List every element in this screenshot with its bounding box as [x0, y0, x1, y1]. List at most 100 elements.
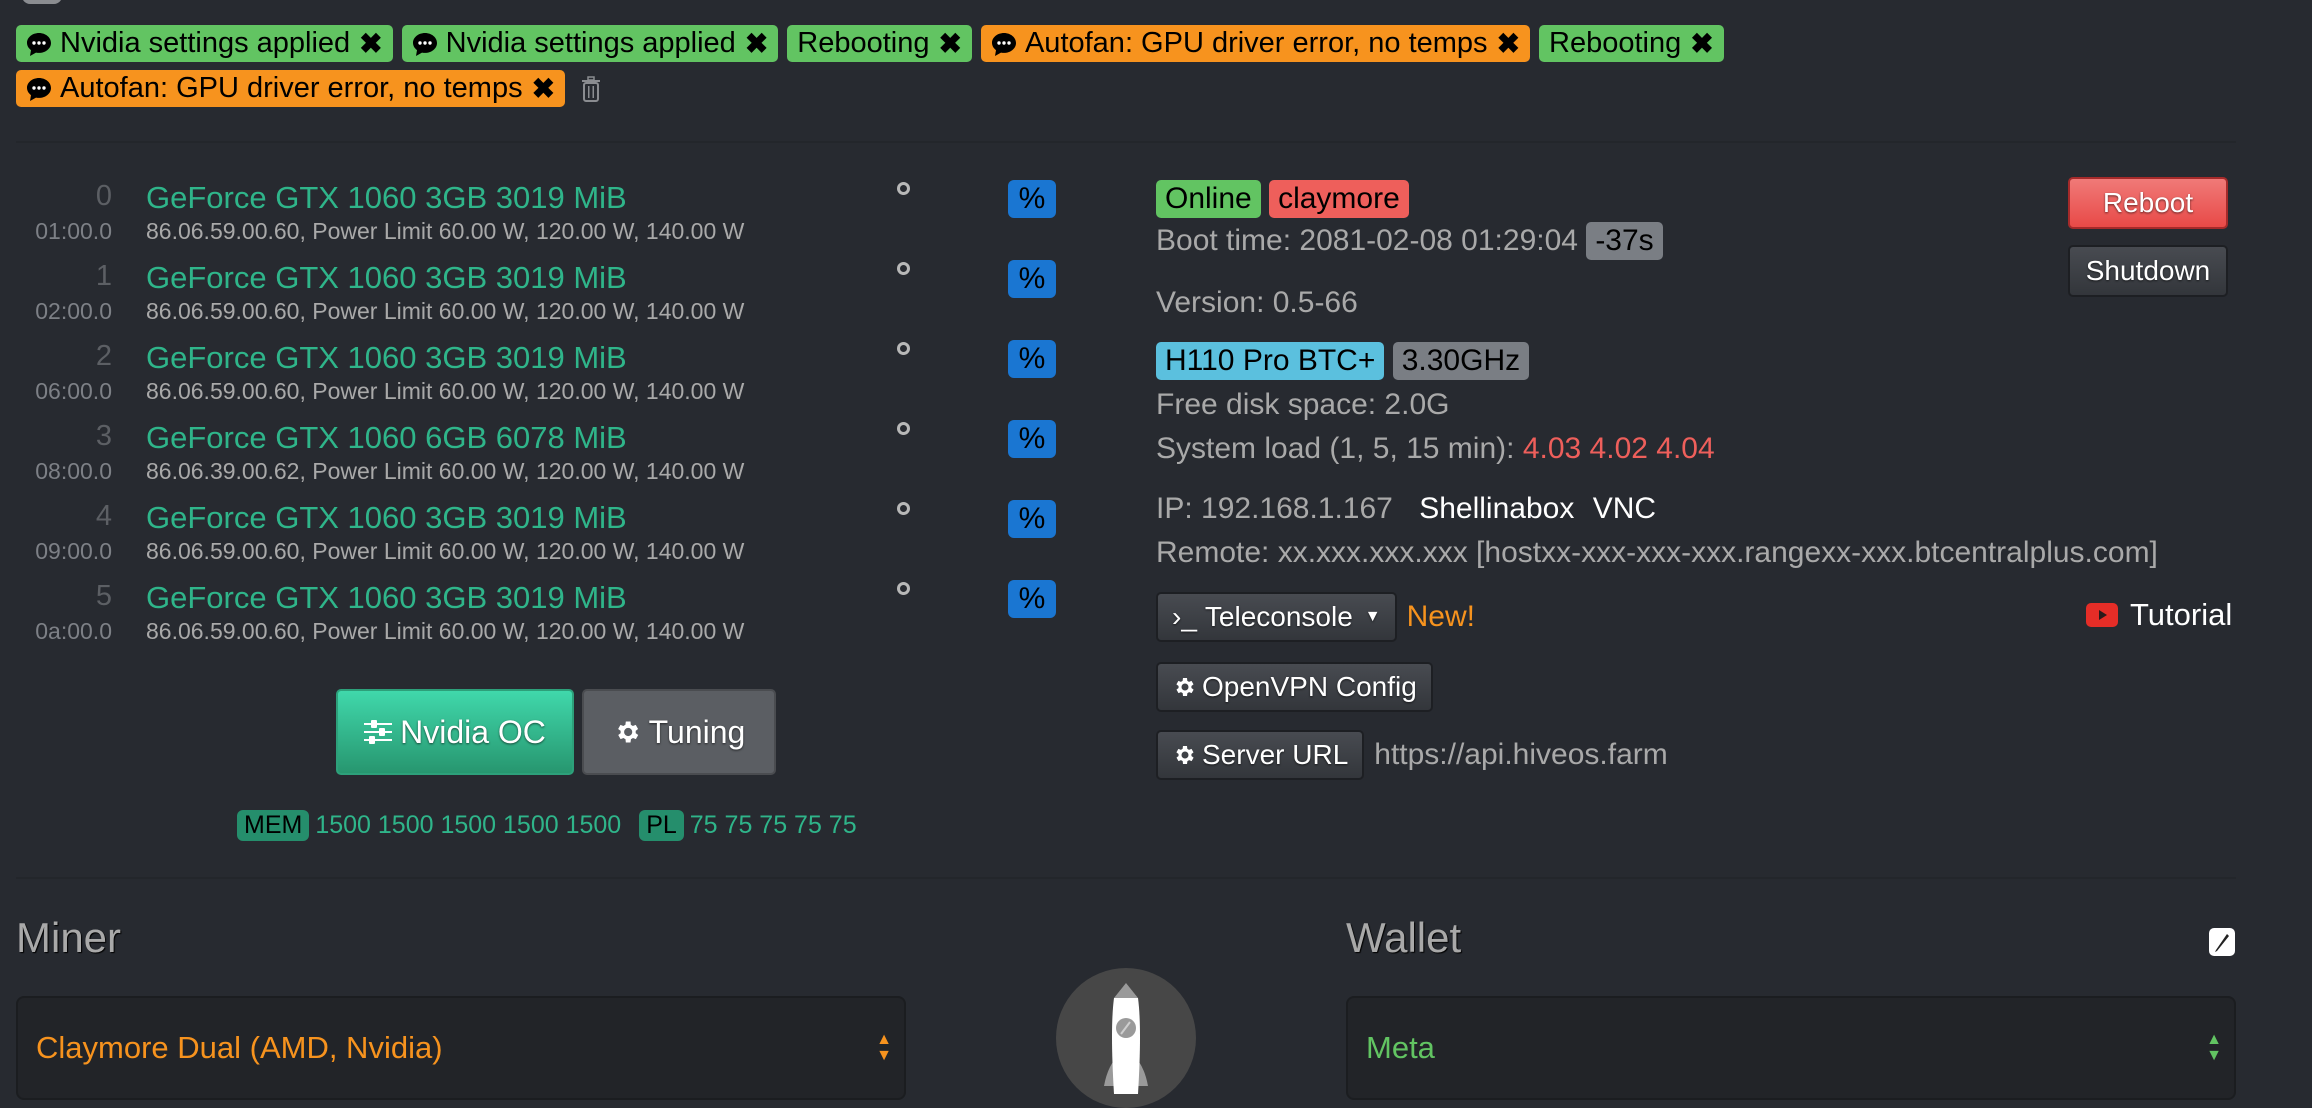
- close-icon[interactable]: ✖: [939, 25, 962, 62]
- fan-percent-badge: %: [1008, 180, 1056, 218]
- gpu-row: 0 01:00.0 GeForce GTX 1060 3GB 3019 MiB 86.…: [0, 180, 1100, 260]
- notification-tag: Nvidia settings applied ✖: [16, 25, 393, 62]
- trash-icon[interactable]: [580, 75, 602, 103]
- fan-percent-badge: %: [1008, 340, 1056, 378]
- close-icon[interactable]: ✖: [359, 25, 382, 62]
- caret-down-icon: ▼: [1364, 608, 1381, 625]
- gpu-row: 4 09:00.0 GeForce GTX 1060 3GB 3019 MiB 86.…: [0, 500, 1100, 580]
- fan-percent-badge: %: [1008, 500, 1056, 538]
- reboot-button[interactable]: Reboot: [2068, 177, 2228, 229]
- close-icon[interactable]: ✖: [745, 25, 768, 62]
- vnc-link[interactable]: VNC: [1593, 492, 1656, 525]
- gear-icon: [1176, 746, 1194, 764]
- close-icon[interactable]: ✖: [1690, 25, 1713, 62]
- gpu-bus-id: 0a:00.0: [35, 618, 112, 644]
- top-partial-element: [22, 0, 62, 4]
- miner-heading: Miner: [16, 914, 122, 961]
- server-url-label: Server URL: [1202, 739, 1349, 770]
- rocket-icon: [1056, 968, 1196, 1108]
- gpu-bus-id: 09:00.0: [35, 538, 112, 564]
- gpu-name: GeForce GTX 1060 3GB 3019 MiB: [146, 180, 627, 215]
- terminal-icon: ›_: [1172, 601, 1197, 632]
- wallet-heading: Wallet: [1346, 914, 1462, 961]
- notification-text: Rebooting: [1549, 27, 1682, 59]
- openvpn-config-button[interactable]: OpenVPN Config: [1156, 662, 1433, 712]
- new-label: New!: [1406, 600, 1475, 633]
- notification-tag: Rebooting ✖: [1539, 25, 1724, 62]
- wallet-selected: Meta: [1366, 1030, 1435, 1065]
- divider-top: [16, 141, 2236, 143]
- notification-text: Nvidia settings applied: [60, 27, 351, 59]
- fan-percent-badge: %: [1008, 420, 1056, 458]
- miner-select[interactable]: Claymore Dual (AMD, Nvidia) ▲ ▼: [16, 996, 906, 1100]
- shutdown-button[interactable]: Shutdown: [2068, 245, 2228, 297]
- chat-icon: [991, 32, 1016, 56]
- close-icon[interactable]: ✖: [1497, 25, 1520, 62]
- oc-summary: MEM 1500 1500 1500 1500 1500 PL 75 75 75…: [237, 810, 857, 841]
- teleconsole-dropdown[interactable]: ›_ Teleconsole ▼: [1156, 592, 1397, 642]
- ip-address: IP: 192.168.1.167: [1156, 492, 1393, 525]
- teleconsole-label: Teleconsole: [1204, 601, 1353, 632]
- shellinabox-link[interactable]: Shellinabox: [1419, 492, 1574, 525]
- wallet-select[interactable]: Meta ▲ ▼: [1346, 996, 2236, 1100]
- gpu-name: GeForce GTX 1060 3GB 3019 MiB: [146, 260, 627, 295]
- nvidia-oc-label: Nvidia OC: [400, 713, 546, 750]
- temperature-degree-icon: [897, 502, 910, 515]
- gpu-info: 86.06.59.00.60, Power Limit 60.00 W, 120…: [146, 618, 745, 644]
- select-arrows-icon: ▲ ▼: [876, 1031, 892, 1064]
- gpu-list: 0 01:00.0 GeForce GTX 1060 3GB 3019 MiB 86.…: [0, 180, 1100, 660]
- load-values: 4.03 4.02 4.04: [1522, 432, 1715, 465]
- gpu-row: 1 02:00.0 GeForce GTX 1060 3GB 3019 MiB 86.…: [0, 260, 1100, 340]
- gpu-bus-id: 06:00.0: [35, 378, 112, 404]
- gpu-index: 5: [95, 580, 112, 612]
- nvidia-oc-button[interactable]: Nvidia OC: [336, 689, 574, 775]
- load-label: System load (1, 5, 15 min):: [1156, 432, 1515, 465]
- tutorial-label: Tutorial: [2130, 597, 2233, 632]
- close-icon[interactable]: ✖: [532, 70, 555, 107]
- remote-address: Remote: xx.xxx.xxx.xxx [hostxx-xxx-xxx-x…: [1156, 536, 2158, 569]
- temperature-degree-icon: [897, 262, 910, 275]
- notifications-row-2: Autofan: GPU driver error, no temps ✖: [16, 70, 1916, 107]
- chat-icon: [412, 32, 437, 56]
- gpu-info: 86.06.59.00.60, Power Limit 60.00 W, 120…: [146, 538, 745, 564]
- gpu-index: 0: [95, 180, 112, 212]
- gpu-name: GeForce GTX 1060 3GB 3019 MiB: [146, 340, 627, 375]
- gpu-info: 86.06.59.00.60, Power Limit 60.00 W, 120…: [146, 378, 745, 404]
- youtube-icon: [2086, 603, 2118, 627]
- chat-icon: [27, 77, 51, 101]
- boot-time: Boot time: 2081-02-08 01:29:04: [1156, 224, 1578, 257]
- notifications-row-1: Nvidia settings applied ✖ Nvidia settings …: [16, 25, 1916, 62]
- mem-badge: MEM: [237, 810, 310, 841]
- cpu-freq-badge: 3.30GHz: [1392, 342, 1530, 380]
- notification-tag: Rebooting ✖: [787, 25, 972, 62]
- gear-icon: [617, 721, 638, 743]
- status-badge: Online: [1156, 180, 1261, 218]
- boot-offset-badge: -37s: [1586, 222, 1663, 260]
- gpu-info: 86.06.59.00.60, Power Limit 60.00 W, 120…: [146, 298, 745, 324]
- version: Version: 0.5-66: [1156, 286, 1358, 319]
- edit-wallet-icon[interactable]: [2209, 928, 2235, 956]
- server-url-button[interactable]: Server URL: [1156, 730, 1365, 780]
- gpu-name: GeForce GTX 1060 3GB 3019 MiB: [146, 580, 627, 615]
- motherboard-badge: H110 Pro BTC+: [1156, 342, 1385, 380]
- temperature-degree-icon: [897, 182, 910, 195]
- tuning-button[interactable]: Tuning: [582, 689, 776, 775]
- tuning-label: Tuning: [648, 713, 746, 750]
- notification-tag: Autofan: GPU driver error, no temps ✖: [16, 70, 566, 107]
- tutorial-link[interactable]: Tutorial: [2086, 597, 2232, 633]
- mem-values: 1500 1500 1500 1500 1500: [315, 811, 622, 839]
- notifications: Nvidia settings applied ✖ Nvidia settings …: [16, 25, 1916, 115]
- temperature-degree-icon: [897, 342, 910, 355]
- notification-tag: Autofan: GPU driver error, no temps ✖: [980, 25, 1531, 62]
- temperature-degree-icon: [897, 422, 910, 435]
- chat-icon: [27, 32, 51, 56]
- gear-icon: [1176, 678, 1194, 696]
- gpu-index: 1: [95, 260, 112, 292]
- gpu-index: 3: [95, 420, 112, 452]
- notification-text: Nvidia settings applied: [445, 27, 736, 59]
- temperature-degree-icon: [897, 582, 910, 595]
- gpu-index: 2: [95, 340, 112, 372]
- gpu-bus-id: 02:00.0: [35, 298, 112, 324]
- miner-badge: claymore: [1269, 180, 1409, 218]
- gpu-name: GeForce GTX 1060 6GB 6078 MiB: [146, 420, 627, 455]
